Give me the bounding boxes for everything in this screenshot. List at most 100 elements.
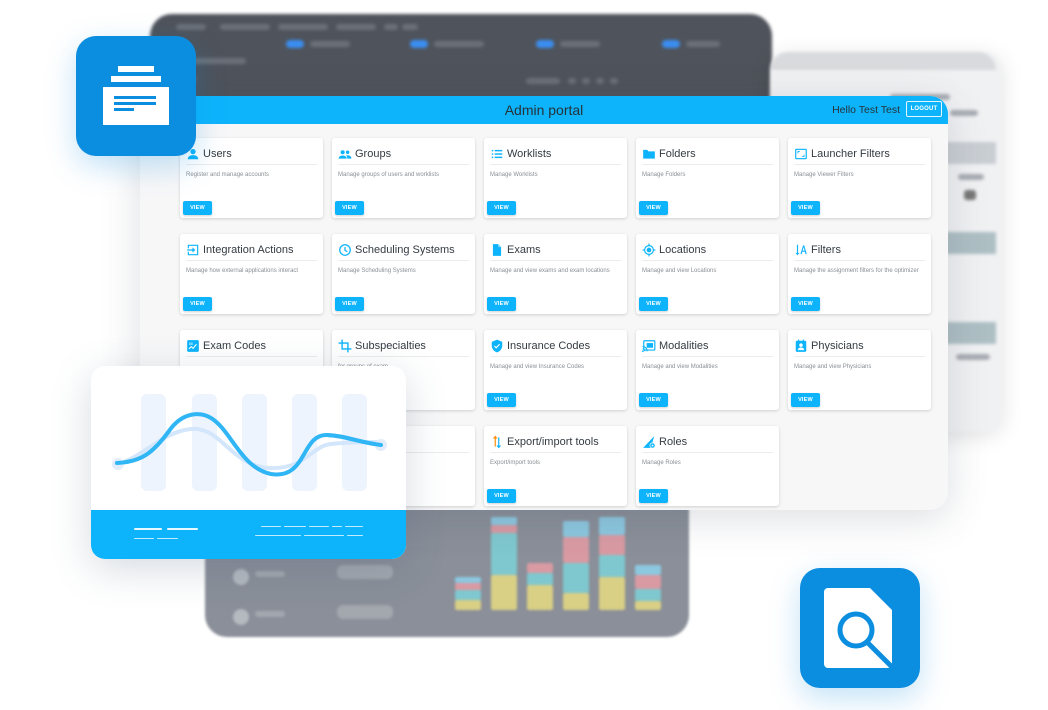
input-arrow-icon (186, 243, 200, 257)
admin-card-locations: Locations Manage and view Locations VIEW (636, 234, 779, 314)
card-title: Physicians (811, 340, 864, 352)
admin-card-modalities: Modalities Manage and view Modalities VIEW (636, 330, 779, 410)
list-icon (490, 147, 504, 161)
view-button[interactable]: VIEW (487, 393, 516, 407)
admin-card-exams: Exams Manage and view exams and exam loca… (484, 234, 627, 314)
admin-card-roles: Roles Manage Roles VIEW (636, 426, 779, 506)
card-header: Physicians (794, 336, 925, 357)
admin-card-integration-actions: Integration Actions Manage how external a… (180, 234, 323, 314)
card-header: Launcher Filters (794, 144, 925, 165)
chart-column-2 (192, 394, 217, 491)
chart-card-footer (91, 510, 406, 559)
card-title: Roles (659, 436, 688, 448)
card-title: Exams (507, 244, 541, 256)
swap-vertical-icon (490, 435, 504, 449)
file-search-icon (824, 588, 896, 671)
line-chart-card (91, 366, 406, 559)
shield-check-icon (490, 339, 504, 353)
card-title: Launcher Filters (811, 148, 890, 160)
card-title: Locations (659, 244, 707, 256)
card-title: Insurance Codes (507, 340, 591, 352)
logout-button[interactable]: LOGOUT (906, 101, 942, 117)
view-button[interactable]: VIEW (791, 201, 820, 215)
card-description: Manage the assignment filters for the op… (794, 268, 919, 274)
sort-alpha-icon (794, 243, 808, 257)
portal-header: Admin portal Hello Test Test LOGOUT (140, 96, 948, 124)
card-header: Modalities (642, 336, 773, 357)
card-header: Subspecialties (338, 336, 469, 357)
admin-card-groups: Groups Manage groups of users and worklis… (332, 138, 475, 218)
card-description: Manage Worklists (490, 172, 538, 178)
view-button[interactable]: VIEW (639, 393, 668, 407)
card-description: Manage Scheduling Systems (338, 268, 416, 274)
card-header: 88 Exam Codes (186, 336, 317, 357)
card-title: Users (203, 148, 232, 160)
view-button[interactable]: VIEW (183, 201, 212, 215)
card-description: Register and manage accounts (186, 172, 270, 178)
view-button[interactable]: VIEW (335, 201, 364, 215)
role-settings-icon (642, 435, 656, 449)
view-button[interactable]: VIEW (487, 489, 516, 503)
card-title: Scheduling Systems (355, 244, 455, 256)
card-description: Manage and view Physicians (794, 364, 872, 370)
admin-card-launcher-filters: Launcher Filters Manage Viewer Filters VIE… (788, 138, 931, 218)
view-button[interactable]: VIEW (639, 489, 668, 503)
card-description: Manage and view exams and exam locations (490, 268, 610, 274)
card-title: Exam Codes (203, 340, 266, 352)
card-header: Filters (794, 240, 925, 261)
card-description: Manage Viewer Filters (794, 172, 854, 178)
card-title: Integration Actions (203, 244, 294, 256)
document-tile (76, 36, 196, 156)
chart-code-icon: 88 (186, 339, 200, 353)
contact-badge-icon (794, 339, 808, 353)
card-header: Folders (642, 144, 773, 165)
card-header: Locations (642, 240, 773, 261)
admin-card-filters: Filters Manage the assignment filters for… (788, 234, 931, 314)
card-title: Subspecialties (355, 340, 426, 352)
admin-card-users: Users Register and manage accounts VIEW (180, 138, 323, 218)
card-header: Scheduling Systems (338, 240, 469, 261)
user-greeting: Hello Test Test (832, 104, 900, 116)
card-title: Folders (659, 148, 696, 160)
card-title: Export/import tools (507, 436, 599, 448)
card-title: Worklists (507, 148, 552, 160)
view-button[interactable]: VIEW (791, 393, 820, 407)
clock-icon (338, 243, 352, 257)
search-tile (800, 568, 920, 688)
admin-card-scheduling-systems: Scheduling Systems Manage Scheduling Syst… (332, 234, 475, 314)
card-header: Export/import tools (490, 432, 621, 453)
view-button[interactable]: VIEW (183, 297, 212, 311)
folder-icon (642, 147, 656, 161)
chart-column-3 (242, 394, 267, 491)
cast-icon (642, 339, 656, 353)
admin-card-export-import-tools: Export/import tools Export/import tools VI… (484, 426, 627, 506)
card-title: Modalities (659, 340, 709, 352)
card-header: Integration Actions (186, 240, 317, 261)
card-header: Users (186, 144, 317, 165)
document-stack-icon (103, 66, 169, 125)
view-button[interactable]: VIEW (791, 297, 820, 311)
card-description: Manage and view Modalities (642, 364, 718, 370)
view-button[interactable]: VIEW (639, 297, 668, 311)
admin-card-folders: Folders Manage Folders VIEW (636, 138, 779, 218)
card-header: Exams (490, 240, 621, 261)
admin-card-physicians: Physicians Manage and view Physicians VIEW (788, 330, 931, 410)
card-description: Manage groups of users and worklists (338, 172, 440, 178)
view-button[interactable]: VIEW (335, 297, 364, 311)
card-description: Manage how external applications interac… (186, 268, 299, 274)
view-button[interactable]: VIEW (639, 201, 668, 215)
card-description: Manage Roles (642, 460, 681, 466)
svg-text:88: 88 (189, 342, 193, 346)
line-chart-plot (112, 394, 387, 491)
card-title: Filters (811, 244, 841, 256)
admin-card-insurance-codes: Insurance Codes Manage and view Insurance… (484, 330, 627, 410)
card-description: Manage and view Insurance Codes (490, 364, 585, 370)
card-header: Roles (642, 432, 773, 453)
card-title: Groups (355, 148, 392, 160)
card-header: Worklists (490, 144, 621, 165)
card-description: Export/import tools (490, 460, 541, 466)
view-button[interactable]: VIEW (487, 201, 516, 215)
card-description: Manage and view Locations (642, 268, 717, 274)
view-button[interactable]: VIEW (487, 297, 516, 311)
crop-icon (338, 339, 352, 353)
